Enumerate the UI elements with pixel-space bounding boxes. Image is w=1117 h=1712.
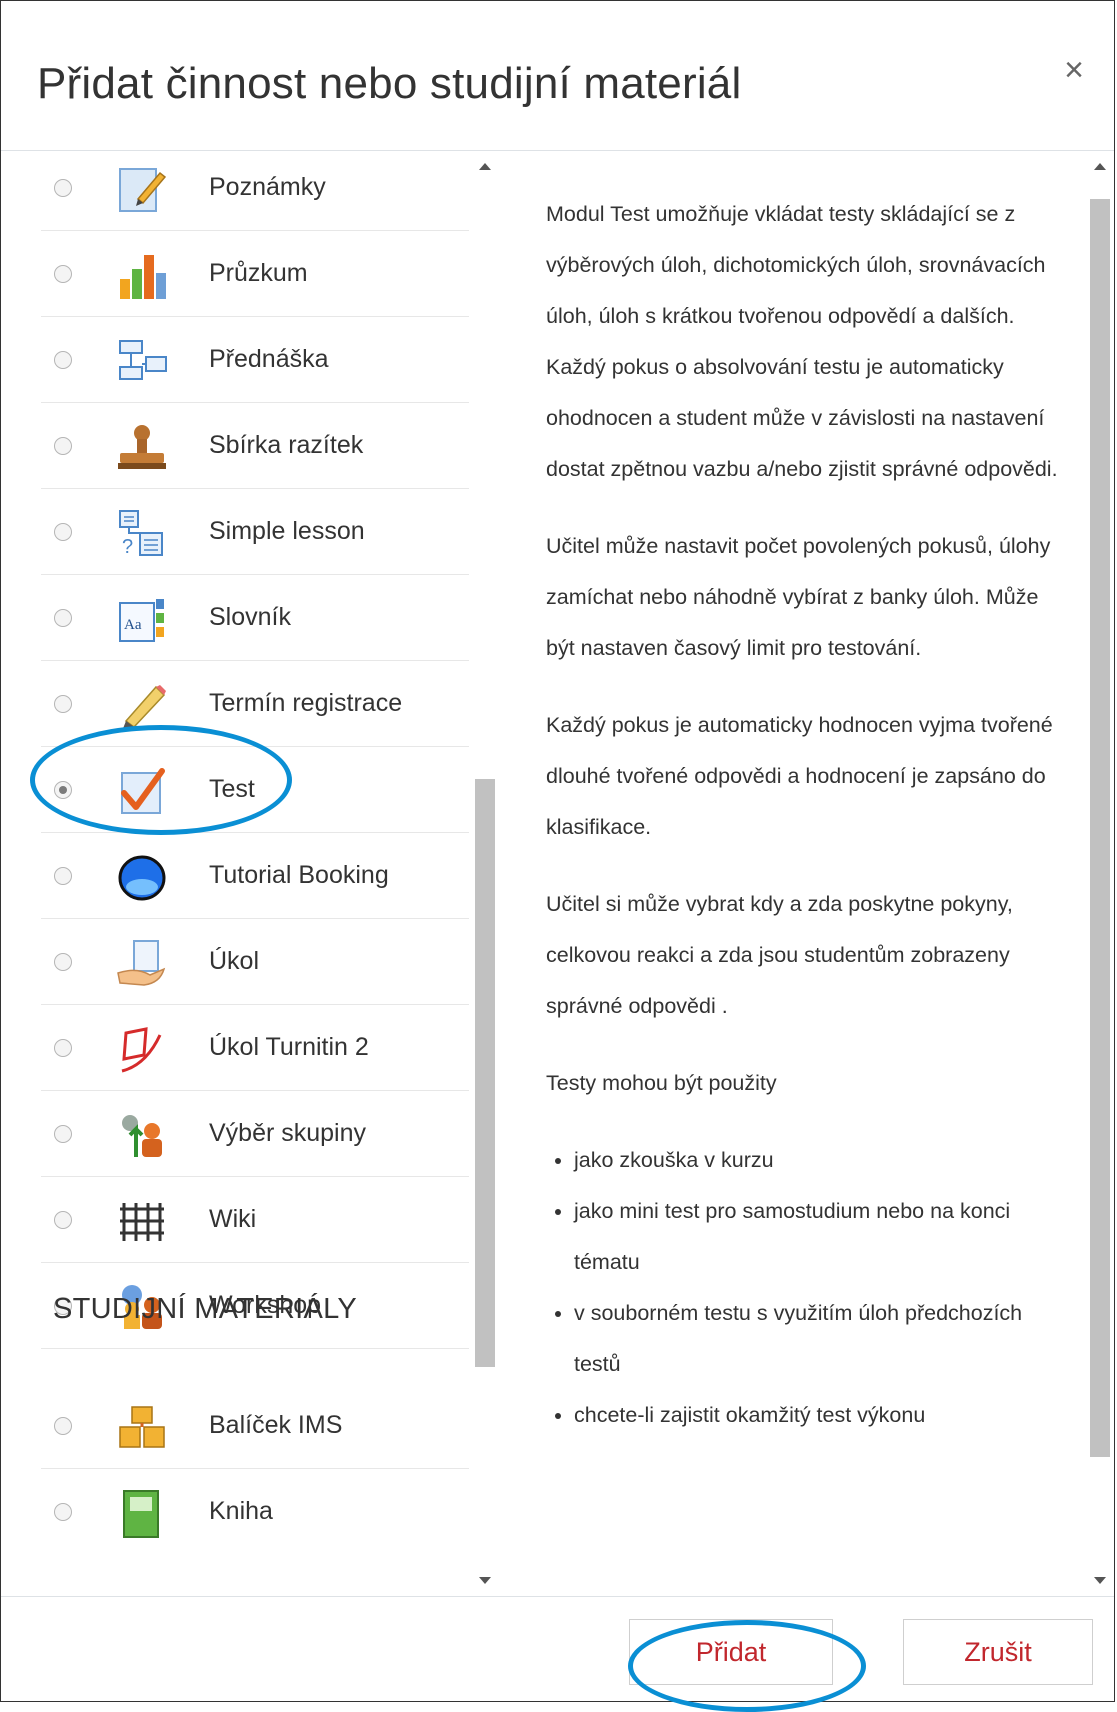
survey-chart-icon <box>120 255 166 299</box>
list-item[interactable]: Balíček IMS <box>1 1383 469 1469</box>
wiki-icon <box>120 1203 164 1241</box>
dialog-title: Přidat činnost nebo studijní materiál <box>37 59 742 108</box>
list-item-label: Balíček IMS <box>209 1411 343 1439</box>
radio-button[interactable] <box>54 523 72 541</box>
radio-button[interactable] <box>54 1211 72 1229</box>
radio-button[interactable] <box>54 695 72 713</box>
list-item-label: Poznámky <box>209 173 326 201</box>
list-item-label: Průzkum <box>209 259 308 287</box>
list-item[interactable]: Přednáška <box>1 317 469 403</box>
scroll-up-arrow-icon[interactable] <box>479 163 491 170</box>
radio-button-checked[interactable] <box>54 781 72 799</box>
globe-icon <box>118 855 166 901</box>
description-paragraph: Učitel si může vybrat kdy a zda poskytne… <box>546 892 1013 1018</box>
list-item[interactable]: Termín registrace <box>1 661 469 747</box>
quiz-check-icon <box>121 768 165 814</box>
list-item-label: Výběr skupiny <box>209 1119 367 1147</box>
close-icon[interactable]: × <box>1064 53 1084 87</box>
radio-button[interactable] <box>54 609 72 627</box>
description-paragraph: Testy mohou být použity <box>546 1071 777 1095</box>
list-item-label: Úkol Turnitin 2 <box>209 1033 369 1061</box>
radio-button[interactable] <box>54 179 72 197</box>
usage-list-item: jako mini test pro samostudium nebo na k… <box>574 1186 1066 1288</box>
dialog-header: Přidat činnost nebo studijní materiál × <box>1 1 1114 151</box>
usage-list-item: jako zkouška v kurzu <box>574 1135 1066 1186</box>
glossary-icon: Aa <box>119 599 164 642</box>
radio-button[interactable] <box>54 1125 72 1143</box>
list-item[interactable]: Tutorial Booking <box>1 833 469 919</box>
list-item-label: Přednáška <box>209 345 329 373</box>
svg-text:?: ? <box>122 536 133 558</box>
list-item-label: Slovník <box>209 603 291 631</box>
pencil-icon <box>122 685 166 731</box>
list-item-label: Tutorial Booking <box>209 861 389 889</box>
radio-button[interactable] <box>54 1503 72 1521</box>
dialog-footer: Přidat Zrušit <box>1 1596 1114 1701</box>
simple-lesson-icon: ? <box>119 510 163 558</box>
description-paragraph: Učitel může nastavit počet povolených po… <box>546 534 1051 660</box>
book-icon <box>123 1490 159 1538</box>
add-button[interactable]: Přidat <box>629 1619 833 1685</box>
list-item-label: Simple lesson <box>209 517 365 545</box>
list-item[interactable]: Průzkum <box>1 231 469 317</box>
turnitin-icon <box>121 1027 162 1073</box>
ims-package-icon <box>119 1406 165 1448</box>
description-paragraph: Modul Test umožňuje vkládat testy skláda… <box>546 202 1058 481</box>
list-item-label: Úkol <box>209 947 260 975</box>
scrollbar-thumb[interactable] <box>475 779 495 1367</box>
add-activity-dialog: Přidat činnost nebo studijní materiál × … <box>0 0 1115 1702</box>
notes-icon <box>119 168 167 212</box>
list-item[interactable]: Kniha <box>1 1469 469 1555</box>
scroll-down-arrow-icon[interactable] <box>1094 1577 1106 1584</box>
stamp-icon <box>118 425 166 469</box>
list-item-label: Test <box>209 775 255 803</box>
scroll-up-arrow-icon[interactable] <box>1094 163 1106 170</box>
radio-button[interactable] <box>54 437 72 455</box>
description-scrollbar[interactable] <box>1088 151 1114 1596</box>
list-item[interactable]: Úkol Turnitin 2 <box>1 1005 469 1091</box>
usage-list: jako zkouška v kurzu jako mini test pro … <box>546 1135 1066 1441</box>
list-item-label: Kniha <box>209 1497 273 1525</box>
assignment-hand-icon <box>117 940 166 986</box>
radio-button[interactable] <box>54 867 72 885</box>
activity-list: Poznámky Průzkum Přednáška Sbírka razíte… <box>1 151 501 1596</box>
list-item[interactable]: Poznámky <box>1 151 469 231</box>
module-description: Modul Test umožňuje vkládat testy skláda… <box>546 189 1066 1441</box>
radio-button[interactable] <box>54 1039 72 1057</box>
list-item[interactable]: Výběr skupiny <box>1 1091 469 1177</box>
usage-list-item: v souborném testu s využitím úloh předch… <box>574 1288 1066 1390</box>
list-item-label: Termín registrace <box>209 689 403 717</box>
radio-button[interactable] <box>54 351 72 369</box>
svg-text:Aa: Aa <box>124 617 142 633</box>
resources-section-title: STUDIJNÍ MATERIÁLY <box>53 1293 358 1325</box>
scrollbar-thumb[interactable] <box>1090 199 1110 1457</box>
list-item[interactable]: Úkol <box>1 919 469 1005</box>
radio-button[interactable] <box>54 1417 72 1435</box>
group-choice-icon <box>122 1115 162 1157</box>
description-pane: Modul Test umožňuje vkládat testy skláda… <box>511 151 1086 1596</box>
list-item-selected[interactable]: Test <box>1 747 469 833</box>
radio-button[interactable] <box>54 265 72 283</box>
cancel-button[interactable]: Zrušit <box>903 1619 1093 1685</box>
description-paragraph: Každý pokus je automaticky hodnocen vyjm… <box>546 713 1053 839</box>
list-item[interactable]: Aa Slovník <box>1 575 469 661</box>
list-item[interactable]: ? Simple lesson <box>1 489 469 575</box>
scroll-down-arrow-icon[interactable] <box>479 1577 491 1584</box>
usage-list-item: chcete-li zajistit okamžitý test výkonu <box>574 1390 1066 1441</box>
radio-button[interactable] <box>54 953 72 971</box>
list-item[interactable]: Wiki <box>1 1177 469 1263</box>
activity-list-scrollbar[interactable] <box>473 151 501 1596</box>
list-item[interactable]: Sbírka razítek <box>1 403 469 489</box>
lesson-flow-icon <box>119 340 167 380</box>
list-item-label: Sbírka razítek <box>209 431 364 459</box>
list-item-label: Wiki <box>209 1205 257 1233</box>
